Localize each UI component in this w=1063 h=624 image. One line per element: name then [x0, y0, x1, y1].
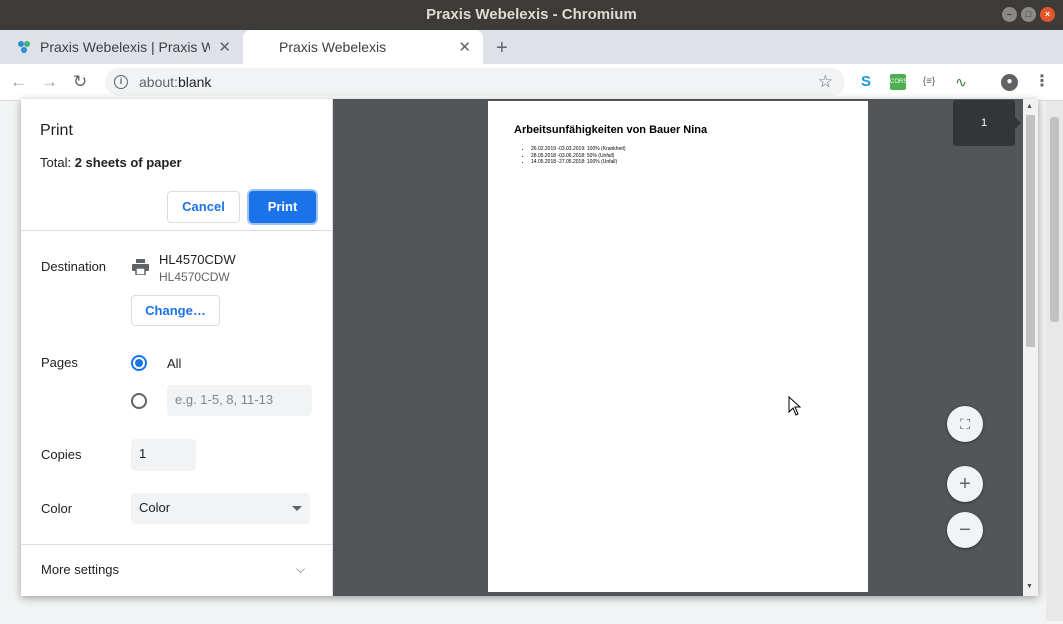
back-icon[interactable]: ← [10, 72, 27, 92]
zoom-in-icon[interactable]: + [947, 466, 983, 502]
new-tab-icon[interactable]: + [496, 37, 508, 60]
print-dialog: Print Total: 2 sheets of paper Cancel Pr… [21, 99, 1038, 596]
scroll-down-icon[interactable]: ▼ [1026, 583, 1033, 590]
window-title: Praxis Webelexis - Chromium [426, 6, 637, 23]
list-item: 26.02.2019 -03.03.2019: 100% (Krankheit) [531, 146, 626, 153]
address-bar[interactable]: i about:blank ☆ [105, 68, 845, 96]
color-label: Color [41, 501, 73, 516]
preview-list: 26.02.2019 -03.03.2019: 100% (Krankheit)… [531, 146, 626, 166]
copies-input[interactable]: 1 [131, 439, 196, 471]
close-tab-icon[interactable]: ✕ [218, 38, 231, 56]
scroll-up-icon[interactable]: ▲ [1026, 103, 1033, 110]
print-button[interactable]: Print [249, 191, 316, 223]
window-titlebar: Praxis Webelexis - Chromium – □ × [0, 0, 1063, 30]
chevron-down-icon[interactable]: ⌵ [296, 562, 305, 577]
total-value: 2 sheets of paper [74, 155, 182, 170]
profile-avatar-icon[interactable]: ● [1001, 74, 1018, 91]
print-preview-area: Arbeitsunfähigkeiten von Bauer Nina 26.0… [333, 99, 1028, 596]
pages-custom-radio[interactable] [131, 393, 147, 409]
favicon-icon [18, 41, 30, 53]
sheet-total: Total: 2 sheets of paper [40, 155, 182, 170]
preview-scrollbar[interactable]: ▲ ▼ [1023, 99, 1038, 596]
divider [21, 230, 333, 231]
pages-label: Pages [41, 355, 78, 370]
copies-label: Copies [41, 447, 82, 462]
page-number-badge: 1 [953, 100, 1021, 146]
dropdown-arrow-icon [292, 506, 302, 511]
dialog-title: Print [40, 122, 73, 139]
cancel-button[interactable]: Cancel [167, 191, 240, 223]
close-tab-icon[interactable]: ✕ [458, 38, 471, 56]
total-prefix: Total: [40, 155, 75, 170]
bookmark-star-icon[interactable]: ☆ [818, 68, 833, 96]
url-scheme: about: [139, 74, 178, 90]
browser-toolbar: ← → ↻ i about:blank ☆ S CORS {≡} ∿ ● ⋮ [0, 64, 1063, 101]
menu-kebab-icon[interactable]: ⋮ [1034, 74, 1050, 90]
print-settings-sidebar: Print Total: 2 sheets of paper Cancel Pr… [21, 99, 333, 596]
destination-sub: HL4570CDW [159, 270, 230, 284]
tab-praxis-2[interactable]: Praxis Webelexis ✕ [243, 30, 483, 64]
pages-all-label: All [167, 356, 182, 371]
extension-cors-icon[interactable]: CORS [890, 74, 907, 90]
minimize-icon[interactable]: – [1002, 7, 1017, 22]
maximize-icon[interactable]: □ [1021, 7, 1036, 22]
zoom-out-icon[interactable]: − [947, 512, 983, 548]
extension-s-icon[interactable]: S [858, 74, 874, 90]
forward-icon[interactable]: → [41, 72, 58, 92]
reload-icon[interactable]: ↻ [73, 72, 87, 92]
preview-heading: Arbeitsunfähigkeiten von Bauer Nina [514, 124, 708, 136]
mouse-cursor-icon [788, 396, 801, 416]
tab-strip: Praxis Webelexis | Praxis Webelexis ✕ Pr… [0, 30, 1063, 64]
page-scrollbar[interactable] [1046, 101, 1063, 621]
info-icon[interactable]: i [114, 75, 128, 89]
list-item: 14.05.2018 -27.05.2018: 100% (Unfall) [531, 159, 626, 166]
change-destination-button[interactable]: Change… [131, 295, 220, 326]
extension-json-icon[interactable]: {≡} [921, 74, 937, 90]
page-scrollbar-thumb[interactable] [1050, 117, 1059, 322]
close-window-icon[interactable]: × [1040, 7, 1055, 22]
pages-all-radio[interactable] [131, 355, 147, 371]
more-settings-toggle[interactable]: More settings [41, 562, 119, 577]
fit-to-page-icon[interactable]: ⛶ [947, 406, 983, 442]
printer-icon [132, 259, 149, 275]
tab-label: Praxis Webelexis | Praxis Webelexis [40, 39, 210, 55]
pages-custom-input[interactable]: e.g. 1-5, 8, 11-13 [167, 385, 312, 416]
tab-label: Praxis Webelexis [279, 39, 387, 55]
color-select-value: Color [139, 500, 171, 515]
color-select[interactable]: Color [131, 493, 310, 524]
destination-label: Destination [41, 259, 107, 274]
divider [21, 544, 333, 545]
url-path: blank [177, 74, 212, 90]
tab-praxis-1[interactable]: Praxis Webelexis | Praxis Webelexis ✕ [0, 30, 243, 64]
destination-name: HL4570CDW [159, 252, 236, 267]
preview-page: Arbeitsunfähigkeiten von Bauer Nina 26.0… [488, 101, 868, 592]
extension-pulse-icon[interactable]: ∿ [953, 74, 969, 90]
scrollbar-thumb[interactable] [1026, 115, 1035, 347]
